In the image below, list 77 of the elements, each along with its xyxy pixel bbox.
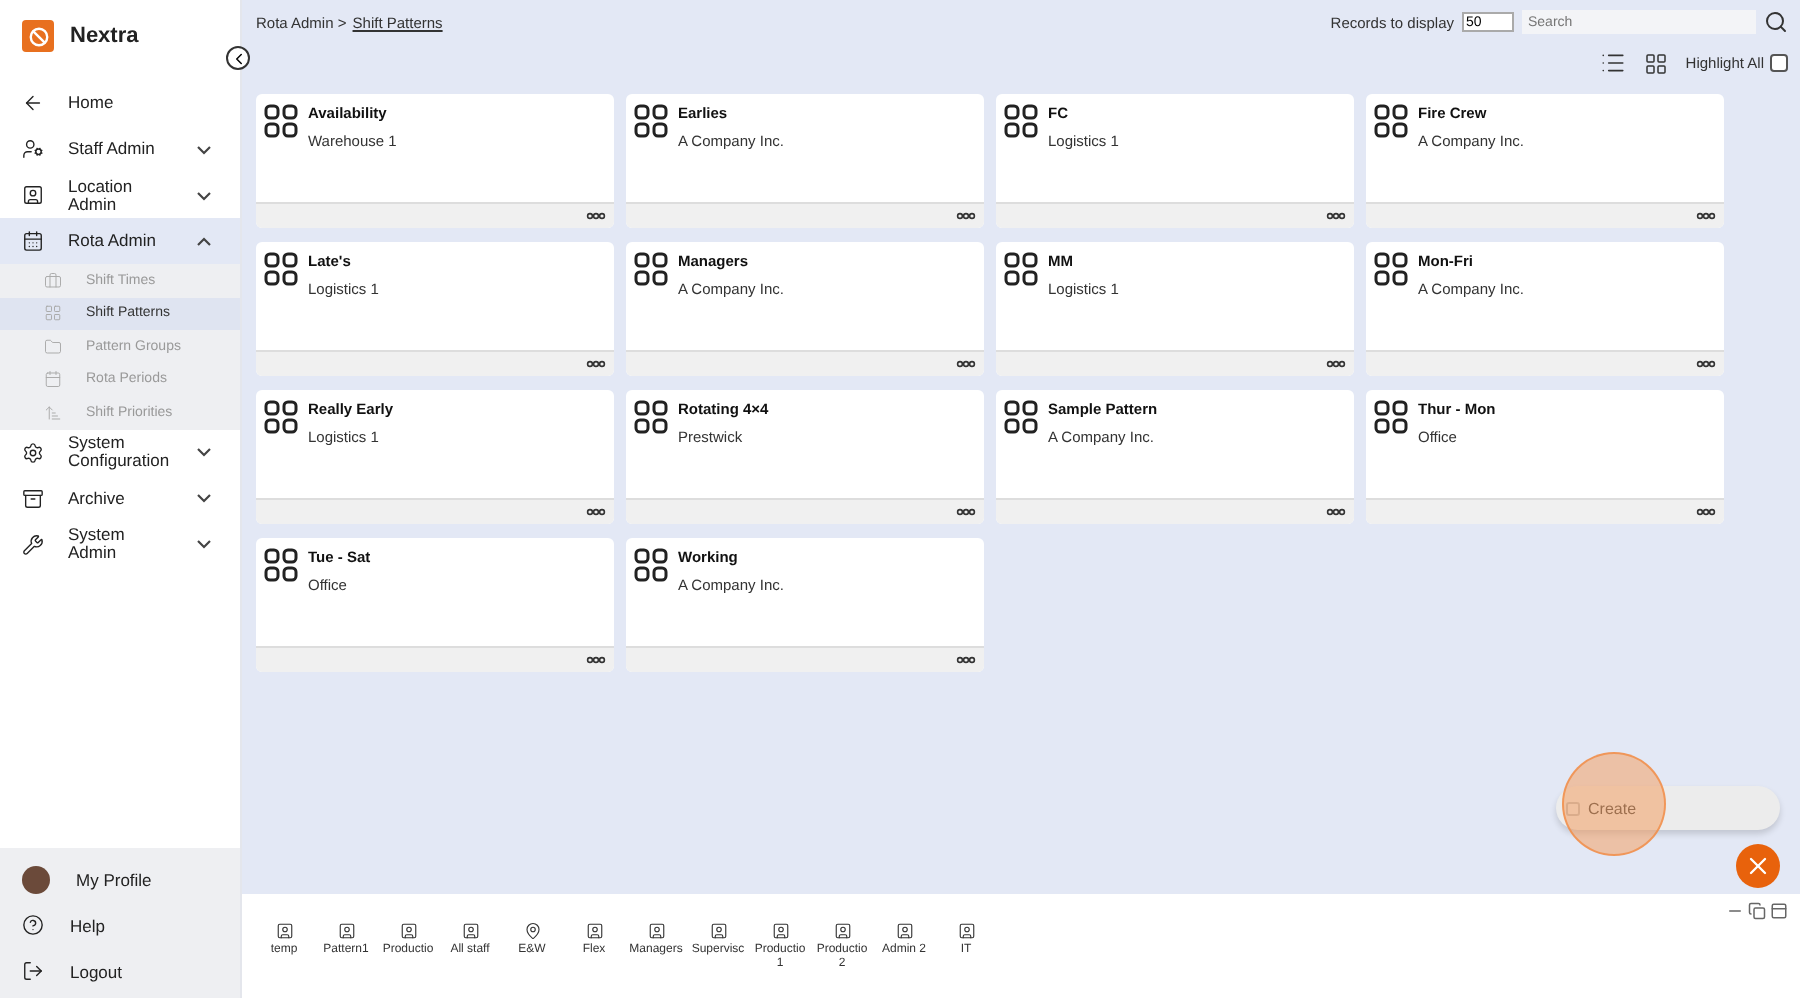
user-icon (647, 922, 665, 940)
more-icon[interactable] (1326, 360, 1346, 368)
user-icon (957, 922, 975, 940)
more-icon[interactable] (1696, 212, 1716, 220)
subitem-icon (44, 271, 62, 290)
restore-icon[interactable] (1748, 902, 1766, 920)
grid-icon (1004, 400, 1038, 434)
subitem-icon (44, 403, 62, 422)
grid-icon (264, 548, 298, 582)
chevron-down-icon[interactable] (194, 534, 214, 554)
grid-icon (264, 400, 298, 434)
sidebar-footer-item[interactable]: My Profile (0, 856, 240, 902)
more-icon[interactable] (1326, 508, 1346, 516)
chevron-down-icon[interactable] (194, 442, 214, 462)
grid-icon (1004, 252, 1038, 286)
sidebar-item[interactable]: System Admin (0, 521, 240, 567)
nav-icon (22, 533, 44, 555)
more-icon[interactable] (586, 360, 606, 368)
more-icon[interactable] (586, 508, 606, 516)
logout-icon (22, 960, 44, 982)
sidebar-item[interactable]: Rota Admin (0, 218, 240, 264)
more-icon[interactable] (1326, 212, 1346, 220)
maximize-icon[interactable] (1770, 902, 1788, 920)
grid-icon (1374, 104, 1408, 138)
user-icon (461, 922, 479, 940)
close-icon (1744, 852, 1772, 880)
nav-icon (22, 138, 44, 160)
nav-icon (22, 184, 44, 206)
app-name: Nextra (70, 24, 139, 48)
nav-icon (22, 230, 44, 252)
close-button[interactable] (1736, 844, 1780, 888)
sidebar-footer-item[interactable]: Help (0, 902, 240, 948)
sidebar-item[interactable]: System Configuration (0, 429, 240, 475)
grid-icon (634, 252, 668, 286)
grid-icon (634, 104, 668, 138)
grid-icon (264, 252, 298, 286)
more-icon[interactable] (586, 212, 606, 220)
grid-icon (634, 548, 668, 582)
more-icon[interactable] (1696, 360, 1716, 368)
user-icon (833, 922, 851, 940)
sidebar-item[interactable]: Staff Admin (0, 126, 240, 172)
subitem-icon (44, 304, 62, 323)
nav-icon (22, 441, 44, 463)
more-icon[interactable] (956, 212, 976, 220)
user-icon (399, 922, 417, 940)
user-icon (895, 922, 913, 940)
more-icon[interactable] (956, 656, 976, 664)
search-icon[interactable] (1764, 10, 1788, 34)
grid-icon (1374, 400, 1408, 434)
logo-icon (22, 20, 54, 52)
sidebar-item[interactable]: Location Admin (0, 172, 240, 218)
sidebar-item[interactable]: Home (0, 80, 240, 126)
user-icon (771, 922, 789, 940)
user-icon (585, 922, 603, 940)
help-icon (22, 914, 44, 936)
map-pin-icon (523, 922, 541, 940)
grid-icon (634, 400, 668, 434)
grid-icon (1004, 104, 1038, 138)
user-icon (337, 922, 355, 940)
nav-icon (22, 487, 44, 509)
more-icon[interactable] (1696, 508, 1716, 516)
more-icon[interactable] (956, 360, 976, 368)
chevron-down-icon[interactable] (194, 488, 214, 508)
user-icon (709, 922, 727, 940)
grid-icon (1374, 252, 1408, 286)
avatar (22, 865, 50, 893)
grid-icon (264, 104, 298, 138)
grid-view-icon[interactable] (1643, 51, 1668, 75)
subitem-icon (44, 370, 62, 389)
more-icon[interactable] (956, 508, 976, 516)
more-icon[interactable] (586, 656, 606, 664)
sidebar-footer-item[interactable]: Logout (0, 948, 240, 994)
sidebar-item[interactable]: Archive (0, 475, 240, 521)
nav-icon (22, 92, 44, 114)
user-icon (275, 922, 293, 940)
square-icon (1566, 801, 1580, 815)
subitem-icon (44, 337, 62, 356)
